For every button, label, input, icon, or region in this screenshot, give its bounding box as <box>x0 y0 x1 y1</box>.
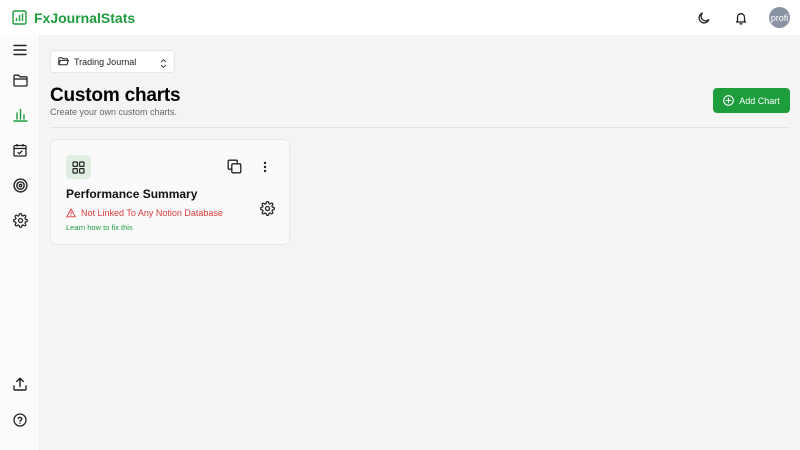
brand[interactable]: FxJournalStats <box>12 10 135 26</box>
app-name: FxJournalStats <box>34 9 136 26</box>
layout-grid-icon <box>66 155 91 179</box>
more-vertical-icon[interactable] <box>259 158 271 175</box>
menu-icon[interactable] <box>11 41 29 59</box>
moon-icon[interactable] <box>695 9 713 27</box>
add-chart-button[interactable]: Add Chart <box>713 88 790 113</box>
help-icon[interactable] <box>11 411 29 429</box>
add-chart-label: Add Chart <box>739 95 780 106</box>
card-title: Performance Summary <box>66 187 198 201</box>
journal-selector-value: Trading Journal <box>74 56 137 67</box>
bar-chart-icon[interactable] <box>11 106 29 124</box>
card-warning: Not Linked To Any Notion Database <box>66 208 223 218</box>
top-actions: profi <box>695 0 790 35</box>
chart-card[interactable]: Performance Summary Not Linked To Any No… <box>50 139 290 245</box>
bell-icon[interactable] <box>732 9 750 27</box>
avatar[interactable]: profi <box>769 7 790 28</box>
gear-icon[interactable] <box>259 200 275 216</box>
top-bar: FxJournalStats profi <box>0 0 800 35</box>
chart-logo-icon <box>12 10 27 25</box>
page-title: Custom charts <box>50 85 181 106</box>
folder-open-icon <box>58 57 69 66</box>
sidebar <box>0 35 40 450</box>
plus-circle-icon <box>723 95 735 106</box>
folder-icon[interactable] <box>11 71 29 89</box>
learn-fix-link[interactable]: Learn how to fix this <box>66 223 133 232</box>
calendar-check-icon[interactable] <box>11 141 29 159</box>
gear-icon[interactable] <box>11 211 29 229</box>
page-subtitle: Create your own custom charts. <box>50 107 178 117</box>
alert-triangle-icon <box>66 208 76 218</box>
journal-selector[interactable]: Trading Journal <box>50 50 175 73</box>
chevrons-up-down-icon <box>160 56 167 74</box>
main-content: Trading Journal Custom charts Create you… <box>40 35 800 450</box>
upload-icon[interactable] <box>11 375 29 393</box>
divider <box>50 127 790 128</box>
card-warning-text: Not Linked To Any Notion Database <box>81 208 223 218</box>
target-icon[interactable] <box>11 176 29 194</box>
copy-icon[interactable] <box>226 158 243 175</box>
